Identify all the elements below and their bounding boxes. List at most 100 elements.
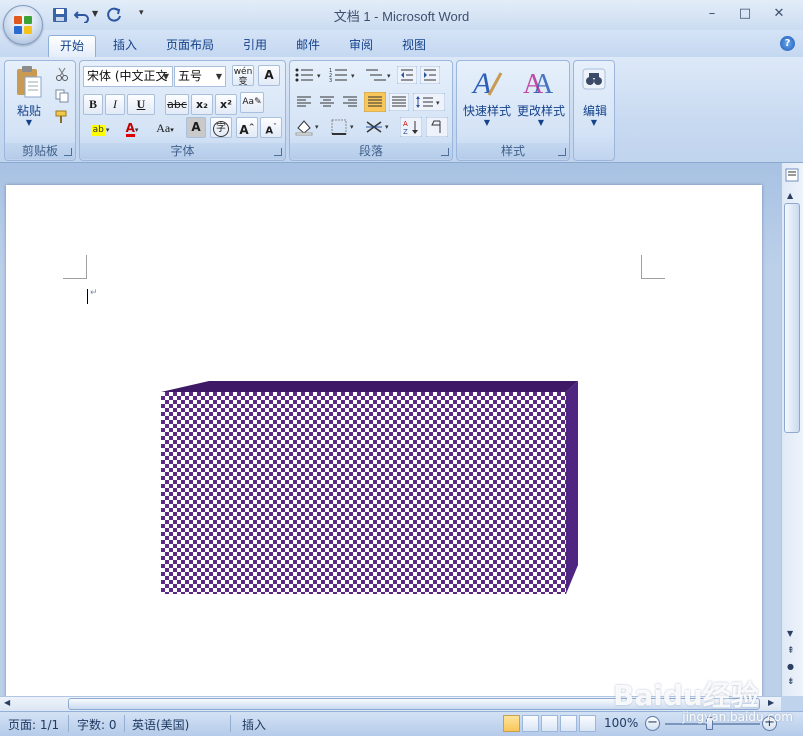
change-styles-label[interactable]: 更改样式 — [513, 102, 569, 119]
box-front-face — [161, 392, 566, 594]
copy-icon[interactable] — [55, 89, 69, 103]
grow-font-button[interactable]: A^ — [236, 117, 258, 138]
change-case-icon[interactable]: Aa✎ — [240, 92, 264, 113]
tab-insert[interactable]: 插入 — [102, 35, 148, 57]
svg-text:▾: ▾ — [350, 123, 354, 131]
font-launcher-icon[interactable] — [274, 148, 282, 156]
justify-icon[interactable] — [364, 92, 386, 112]
window-title: 文档 1 - Microsoft Word — [333, 9, 470, 24]
page-count[interactable]: 页面: 1/1 — [8, 716, 59, 733]
align-center-icon[interactable] — [317, 93, 337, 111]
bullets-icon[interactable]: ▾ — [294, 67, 324, 83]
italic-button[interactable]: I — [105, 94, 125, 115]
language-indicator[interactable]: 英语(美国) — [132, 716, 189, 733]
quick-styles-label[interactable]: 快速样式 — [459, 102, 515, 119]
align-left-icon[interactable] — [294, 93, 314, 111]
text-cursor — [87, 289, 88, 304]
svg-text:3: 3 — [329, 78, 332, 83]
enclose-characters-button[interactable]: 字 — [210, 117, 232, 138]
document-page[interactable]: ↵ — [6, 185, 762, 705]
help-icon[interactable]: ? — [780, 36, 795, 51]
insert-mode[interactable]: 插入 — [242, 716, 266, 733]
maximize-button[interactable]: □ — [733, 5, 757, 23]
svg-text:A: A — [533, 69, 554, 99]
3d-box-shape[interactable] — [161, 380, 581, 595]
chevron-down-icon[interactable]: ▼ — [213, 67, 225, 86]
shading-icon[interactable]: ▾ — [294, 118, 324, 136]
clear-format-button[interactable]: A — [258, 65, 280, 86]
scroll-down-icon[interactable]: ▼ — [787, 629, 793, 638]
tab-mailings[interactable]: 邮件 — [285, 35, 331, 57]
outline-view-icon[interactable] — [560, 715, 577, 732]
grow-font-label: A — [239, 123, 249, 137]
print-layout-view-icon[interactable] — [503, 715, 520, 732]
previous-page-icon[interactable]: ⇞ — [787, 646, 795, 656]
paste-dropdown-icon[interactable]: ▼ — [23, 118, 35, 127]
status-divider — [230, 715, 231, 732]
underline-button[interactable]: U — [127, 94, 155, 115]
tab-home[interactable]: 开始 — [48, 35, 96, 57]
align-right-icon[interactable] — [340, 93, 360, 111]
draft-view-icon[interactable] — [579, 715, 596, 732]
quick-styles-icon[interactable]: A — [469, 65, 503, 99]
show-marks-icon[interactable] — [426, 117, 448, 137]
scroll-up-icon[interactable]: ▲ — [787, 191, 793, 200]
increase-indent-icon[interactable] — [420, 66, 440, 84]
tab-page-layout[interactable]: 页面布局 — [155, 35, 225, 57]
vertical-scroll-thumb[interactable] — [784, 203, 800, 433]
tab-references[interactable]: 引用 — [232, 35, 278, 57]
change-styles-icon[interactable]: A A — [521, 65, 555, 99]
borders-icon[interactable]: ▾ — [329, 118, 359, 136]
phonetic-guide-button[interactable]: wén 变 — [232, 65, 254, 87]
title-bar: ▼ ▾ 文档 1 - Microsoft Word – □ ✕ — [0, 0, 803, 45]
format-painter-icon[interactable] — [54, 109, 70, 125]
font-name-combo[interactable]: 宋体 (中文正文 ▼ — [83, 66, 173, 87]
sort-icon[interactable]: AZ — [400, 117, 422, 137]
change-styles-dropdown-icon[interactable]: ▼ — [535, 118, 547, 127]
minimize-button[interactable]: – — [700, 5, 724, 23]
shrink-font-button[interactable]: Aˇ — [260, 117, 282, 138]
scroll-left-icon[interactable]: ◀ — [4, 698, 10, 707]
multilevel-list-icon[interactable]: ▾ — [364, 67, 394, 83]
quick-styles-dropdown-icon[interactable]: ▼ — [481, 118, 493, 127]
full-screen-reading-icon[interactable] — [522, 715, 539, 732]
bold-button[interactable]: B — [83, 94, 103, 115]
vertical-scrollbar[interactable]: ▲ ▼ ⇞ ● ⇟ — [781, 163, 803, 696]
font-size-combo[interactable]: 五号 ▼ — [174, 66, 226, 87]
font-color-button[interactable]: A▾ — [118, 118, 146, 139]
strikethrough-button[interactable]: abc — [165, 94, 189, 115]
decrease-indent-icon[interactable] — [397, 66, 417, 84]
line-spacing-icon[interactable]: ▾ — [413, 93, 445, 111]
ribbon: 粘贴 ▼ 剪贴板 宋体 (中文正文 ▼ 五号 ▼ wén 变 A B I U a… — [0, 57, 803, 163]
word-count[interactable]: 字数: 0 — [77, 716, 117, 733]
chevron-down-icon[interactable]: ▼ — [160, 67, 172, 86]
cut-icon[interactable] — [55, 67, 69, 81]
editing-label[interactable]: 编辑 — [576, 102, 614, 119]
change-case-button[interactable]: Aa▾ — [150, 118, 180, 139]
paragraph-group: ▾ 1 2 3 ▾ ▾ ▾ ▾ ▾ ▾ A Z 段落 — [289, 60, 453, 161]
highlight-button[interactable]: ab ▾ — [83, 118, 117, 139]
font-group-label: 字体 — [80, 143, 285, 159]
tab-review[interactable]: 审阅 — [338, 35, 384, 57]
numbering-icon[interactable]: 1 2 3 ▾ — [329, 67, 359, 83]
ruler-toggle-icon[interactable] — [785, 168, 799, 182]
distributed-icon[interactable] — [389, 93, 409, 111]
paragraph-launcher-icon[interactable] — [441, 148, 449, 156]
styles-launcher-icon[interactable] — [558, 148, 566, 156]
character-shading-button[interactable]: A — [186, 117, 206, 138]
office-button[interactable] — [3, 5, 43, 45]
close-button[interactable]: ✕ — [767, 5, 791, 23]
web-layout-icon[interactable] — [541, 715, 558, 732]
office-logo-icon — [14, 16, 33, 35]
tab-view[interactable]: 视图 — [391, 35, 437, 57]
select-browse-object-icon[interactable]: ● — [787, 662, 794, 671]
clipboard-launcher-icon[interactable] — [64, 148, 72, 156]
binoculars-icon[interactable] — [581, 67, 607, 91]
subscript-button[interactable]: x₂ — [191, 94, 213, 115]
paste-label[interactable]: 粘贴 — [9, 102, 49, 119]
box-top-face — [161, 381, 578, 392]
paste-icon[interactable] — [15, 65, 43, 99]
editing-dropdown-icon[interactable]: ▼ — [588, 118, 600, 127]
chinese-layout-icon[interactable]: ▾ — [364, 118, 394, 136]
superscript-button[interactable]: x² — [215, 94, 237, 115]
